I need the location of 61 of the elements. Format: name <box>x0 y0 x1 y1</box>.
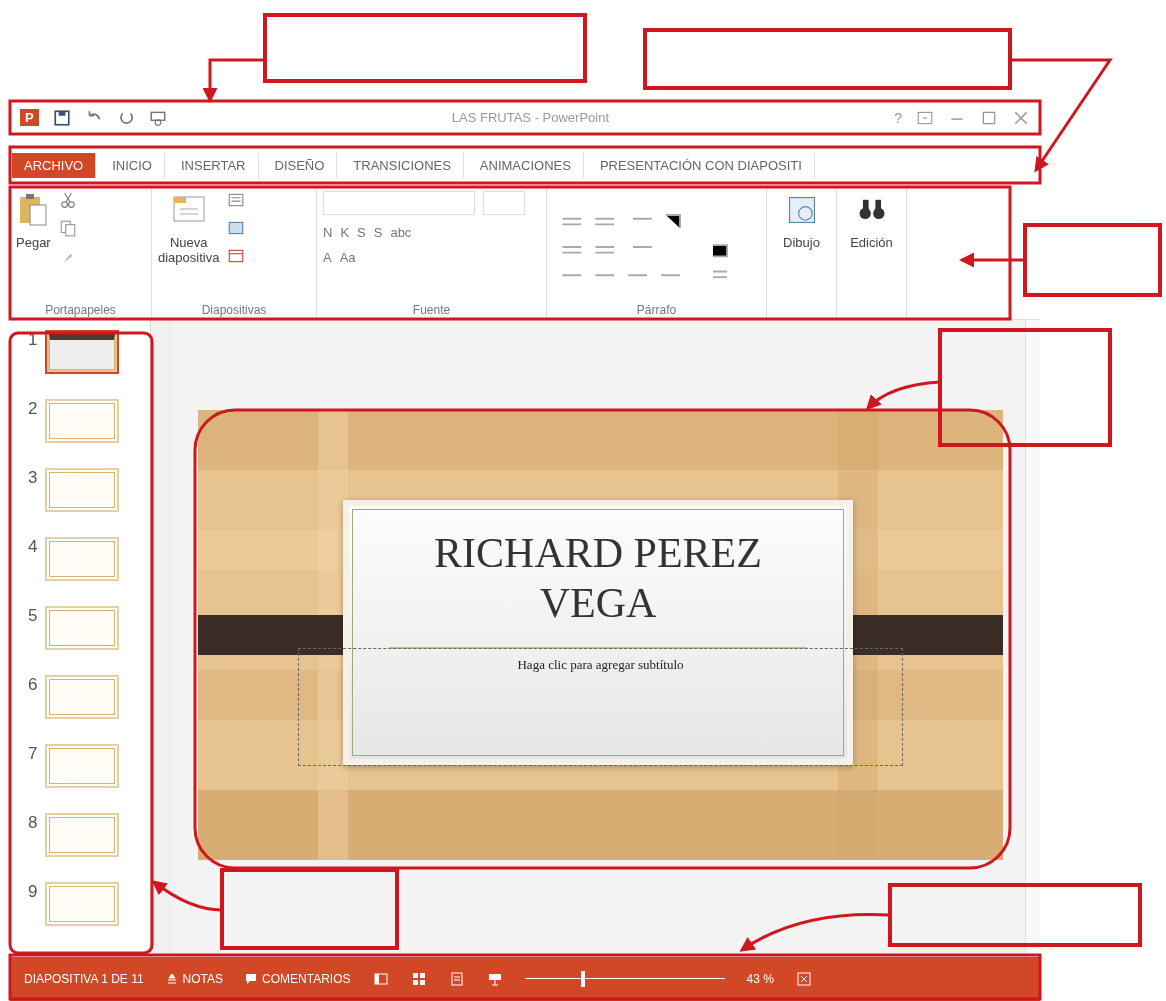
comment-icon <box>245 973 258 985</box>
format-button[interactable]: K <box>340 225 350 240</box>
ribbon-tab[interactable]: DISEÑO <box>262 152 338 178</box>
notes-button[interactable]: NOTAS <box>165 972 224 986</box>
save-icon[interactable] <box>52 108 71 127</box>
pointer-arrow <box>151 880 223 912</box>
app-logo: P <box>20 109 39 126</box>
group-label: Portapapeles <box>44 303 117 317</box>
copy-icon[interactable] <box>58 219 77 237</box>
slide-number: 2 <box>28 399 38 420</box>
section-icon[interactable] <box>227 247 246 265</box>
zoom-slider[interactable] <box>524 971 725 987</box>
comments-button[interactable]: COMENTARIOS <box>245 972 351 986</box>
paste-button[interactable]: Pegar <box>16 191 51 303</box>
slide-title: RICHARD PEREZ VEGA <box>433 529 763 629</box>
new-slide-button[interactable]: Nueva diapositiva <box>158 191 220 303</box>
ribbon-tab[interactable]: INICIO <box>100 152 165 178</box>
slide-number: 3 <box>28 468 38 489</box>
ribbon-tab[interactable]: TRANSICIONES <box>341 152 464 178</box>
window-title: LAS FRUTAS - PowerPoint <box>450 110 611 125</box>
subtitle-placeholder[interactable]: Haga clic para agregar subtítulo <box>298 648 903 766</box>
help-button[interactable]: ? <box>894 109 902 126</box>
font-size-field[interactable] <box>483 191 525 215</box>
format-button[interactable]: abc <box>390 225 412 240</box>
group-label: Párrafo <box>635 303 678 317</box>
scrollbar[interactable] <box>1025 320 1040 957</box>
format-button[interactable]: N <box>323 225 333 240</box>
zoom-percentage: 43 % <box>746 972 774 986</box>
slide-thumbnail[interactable] <box>45 330 120 374</box>
format-button[interactable]: A <box>323 250 332 265</box>
font-name-field[interactable] <box>323 191 475 215</box>
notes-icon <box>165 973 178 985</box>
layout-icon[interactable] <box>227 191 246 209</box>
group-label: Diapositivas <box>200 303 268 317</box>
editing-button[interactable]: Edición <box>843 191 900 250</box>
zoom-thumb[interactable] <box>580 971 585 987</box>
format-button[interactable]: S <box>373 225 383 240</box>
slide-number: 4 <box>28 537 38 558</box>
pointer-arrow <box>202 58 265 103</box>
format-button[interactable]: Aa <box>339 250 356 265</box>
ribbon-tab[interactable]: ARCHIVO <box>12 152 97 178</box>
reset-icon[interactable] <box>227 219 246 237</box>
reading-view-icon[interactable] <box>448 971 465 987</box>
ribbon-tab[interactable]: ANIMACIONES <box>467 152 584 178</box>
drawing-button[interactable]: Dibujo <box>773 191 830 250</box>
normal-view-icon[interactable] <box>372 971 389 987</box>
slide-number: 6 <box>28 675 38 696</box>
slide-number: 8 <box>28 813 38 834</box>
scissors-icon[interactable] <box>58 191 77 209</box>
fit-slide-icon[interactable] <box>795 971 812 987</box>
ribbon-tab[interactable]: PRESENTACIÓN CON DIAPOSITI <box>587 152 815 178</box>
slide-number: 9 <box>28 882 38 903</box>
ribbon-tab[interactable]: INSERTAR <box>168 152 259 178</box>
slideshow-icon[interactable] <box>486 971 503 987</box>
sorter-view-icon[interactable] <box>410 971 427 987</box>
slide-number: 7 <box>28 744 38 765</box>
slide-counter: DIAPOSITIVA 1 DE 11 <box>24 972 144 986</box>
pointer-arrow <box>959 252 1025 268</box>
format-button[interactable]: S <box>357 225 366 240</box>
slide-number: 5 <box>28 606 38 627</box>
group-label: Fuente <box>411 303 452 317</box>
